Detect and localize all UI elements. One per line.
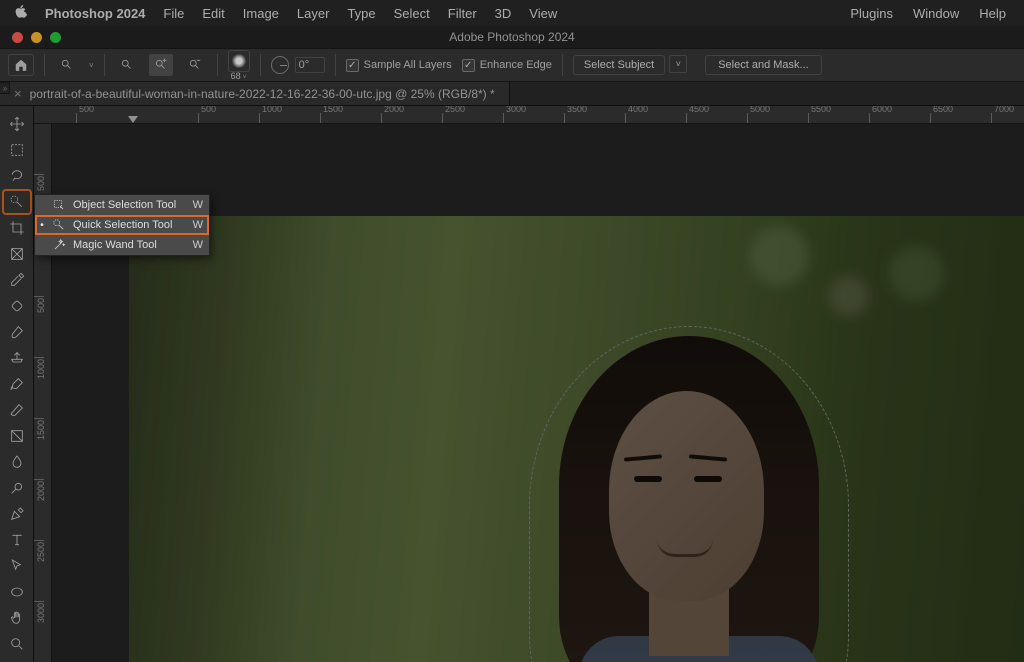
sample-all-layers-checkbox[interactable]: ✓Sample All Layers: [346, 59, 452, 72]
menu-window[interactable]: Window: [913, 6, 959, 21]
move-tool[interactable]: [3, 112, 31, 136]
history-brush-tool[interactable]: [3, 372, 31, 396]
menu-image[interactable]: Image: [243, 6, 279, 21]
menu-plugins[interactable]: Plugins: [850, 6, 893, 21]
tools-panel: Object Selection Tool W • Quick Selectio…: [0, 106, 34, 662]
document-image: [129, 216, 1024, 662]
type-tool[interactable]: [3, 528, 31, 552]
select-subject-button[interactable]: Select Subject: [573, 55, 665, 75]
brush-picker[interactable]: 68 ˅: [228, 50, 250, 81]
document-tab-row: × portrait-of-a-beautiful-woman-in-natur…: [0, 82, 1024, 106]
quick-selection-icon: [51, 217, 67, 233]
flyout-quick-selection[interactable]: • Quick Selection Tool W: [35, 215, 209, 235]
brush-angle-input[interactable]: [295, 57, 325, 73]
menu-layer[interactable]: Layer: [297, 6, 330, 21]
ruler-marker: [128, 116, 138, 123]
panel-expand-toggle[interactable]: ››: [0, 82, 10, 94]
select-subject-dropdown[interactable]: ˅: [669, 55, 687, 73]
zoom-tool[interactable]: [3, 632, 31, 656]
selection-tool-flyout: Object Selection Tool W • Quick Selectio…: [34, 194, 210, 256]
gradient-tool[interactable]: [3, 424, 31, 448]
add-to-selection-button[interactable]: [149, 54, 173, 76]
home-icon: [14, 58, 28, 72]
brush-angle-dial[interactable]: [271, 56, 289, 74]
shape-tool[interactable]: [3, 580, 31, 604]
menu-3d[interactable]: 3D: [495, 6, 512, 21]
apple-menu[interactable]: [14, 4, 27, 22]
flyout-magic-wand[interactable]: Magic Wand Tool W: [35, 235, 209, 255]
window-titlebar: Adobe Photoshop 2024: [0, 26, 1024, 48]
home-button[interactable]: [8, 54, 34, 76]
clone-stamp-tool[interactable]: [3, 346, 31, 370]
select-and-mask-button[interactable]: Select and Mask...: [705, 55, 822, 75]
mac-menubar: Photoshop 2024 File Edit Image Layer Typ…: [0, 0, 1024, 26]
hand-tool[interactable]: [3, 606, 31, 630]
menu-view[interactable]: View: [529, 6, 557, 21]
object-selection-icon: [51, 197, 67, 213]
close-tab-icon[interactable]: ×: [14, 86, 22, 101]
app-name[interactable]: Photoshop 2024: [45, 6, 145, 21]
healing-brush-tool[interactable]: [3, 294, 31, 318]
blur-tool[interactable]: [3, 450, 31, 474]
eyedropper-tool[interactable]: [3, 268, 31, 292]
magic-wand-icon: [51, 237, 67, 253]
menu-file[interactable]: File: [163, 6, 184, 21]
menu-type[interactable]: Type: [347, 6, 375, 21]
options-bar: ˅ 68 ˅ ✓Sample All Layers ✓Enhance Edge …: [0, 48, 1024, 82]
path-selection-tool[interactable]: [3, 554, 31, 578]
crop-tool[interactable]: [3, 216, 31, 240]
quick-selection-tool[interactable]: [3, 190, 31, 214]
window-close-button[interactable]: [12, 32, 23, 43]
marquee-tool[interactable]: [3, 138, 31, 162]
eraser-tool[interactable]: [3, 398, 31, 422]
window-title: Adobe Photoshop 2024: [449, 30, 574, 44]
menu-edit[interactable]: Edit: [202, 6, 224, 21]
window-minimize-button[interactable]: [31, 32, 42, 43]
subtract-from-selection-button[interactable]: [183, 54, 207, 76]
lasso-tool[interactable]: [3, 164, 31, 188]
document-tab-label: portrait-of-a-beautiful-woman-in-nature-…: [30, 87, 495, 101]
menu-help[interactable]: Help: [979, 6, 1006, 21]
pen-tool[interactable]: [3, 502, 31, 526]
dodge-tool[interactable]: [3, 476, 31, 500]
brush-size-value: 68: [231, 71, 241, 81]
brush-tool[interactable]: [3, 320, 31, 344]
flyout-object-selection[interactable]: Object Selection Tool W: [35, 195, 209, 215]
enhance-edge-checkbox[interactable]: ✓Enhance Edge: [462, 59, 552, 72]
document-tab[interactable]: × portrait-of-a-beautiful-woman-in-natur…: [0, 82, 510, 105]
apple-logo-icon: [14, 4, 27, 19]
tool-preset-picker[interactable]: [55, 54, 79, 76]
frame-tool[interactable]: [3, 242, 31, 266]
menu-select[interactable]: Select: [394, 6, 430, 21]
new-selection-button[interactable]: [115, 54, 139, 76]
window-zoom-button[interactable]: [50, 32, 61, 43]
horizontal-ruler[interactable]: 500 500 1000 1500 2000 2500 3000 3500 40…: [34, 106, 1024, 124]
menu-filter[interactable]: Filter: [448, 6, 477, 21]
